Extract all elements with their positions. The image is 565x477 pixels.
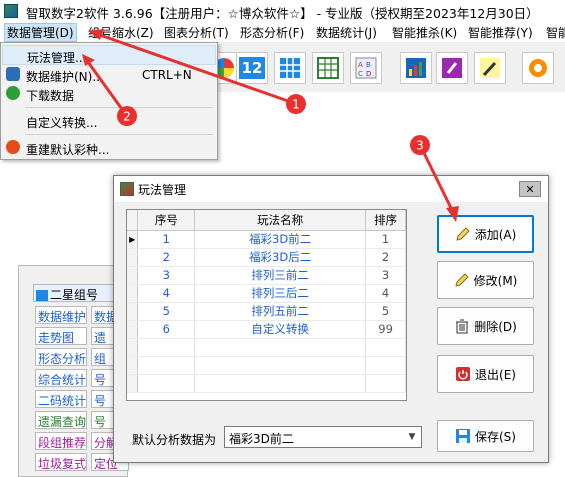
annotation-overlay: 1 2 3 [82, 29, 459, 222]
annotation-badge-2: 2 [117, 106, 137, 126]
annotation-arrow-3 [422, 152, 459, 222]
annotation-arrow-1 [88, 29, 289, 103]
svg-text:2: 2 [123, 110, 131, 124]
annotation-arrow-2 [82, 54, 126, 113]
svg-text:1: 1 [292, 98, 300, 112]
annotation-badge-3: 3 [410, 135, 430, 155]
svg-text:3: 3 [416, 139, 424, 153]
annotation-badge-1: 1 [286, 94, 306, 114]
